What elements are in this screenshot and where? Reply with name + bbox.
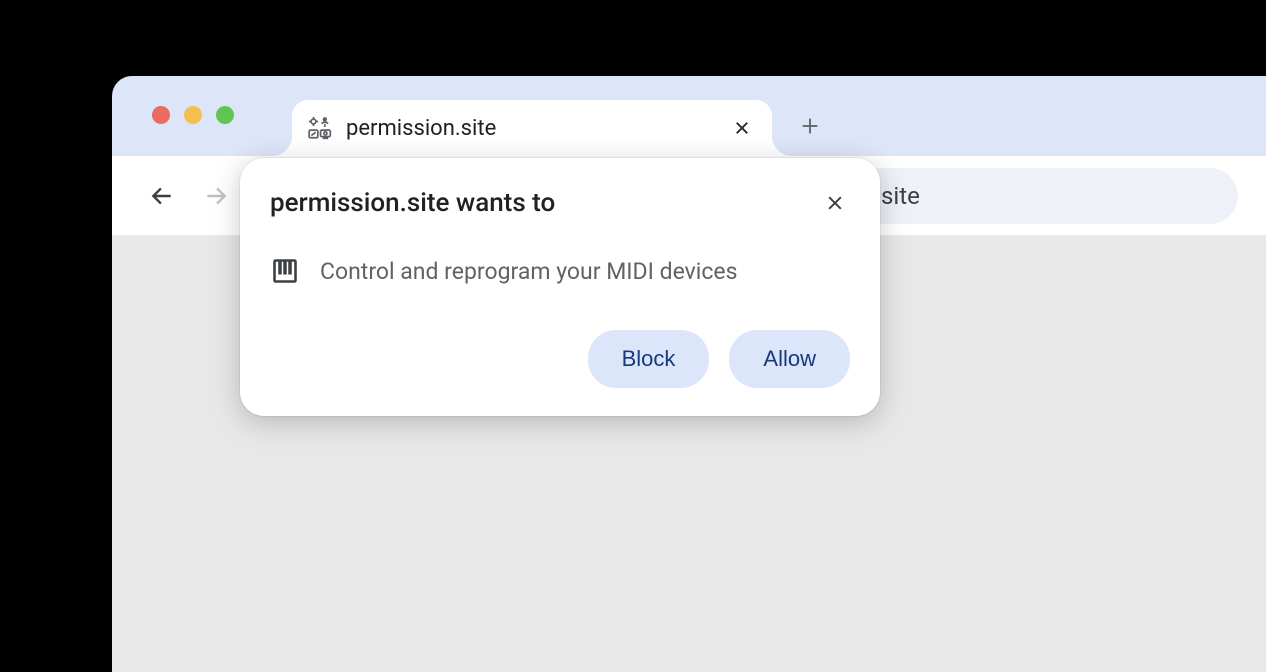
window-maximize-button[interactable] (216, 106, 234, 124)
window-close-button[interactable] (152, 106, 170, 124)
window-minimize-button[interactable] (184, 106, 202, 124)
browser-tab[interactable]: permission.site (292, 100, 772, 156)
tab-title: permission.site (346, 116, 728, 141)
allow-button[interactable]: Allow (729, 330, 850, 388)
tab-strip: permission.site (112, 76, 1266, 156)
window-controls (152, 106, 234, 124)
new-tab-button[interactable] (792, 108, 828, 144)
tab-favicon-icon (306, 114, 334, 142)
dialog-close-button[interactable] (820, 188, 850, 218)
block-button[interactable]: Block (588, 330, 710, 388)
forward-button[interactable] (194, 174, 238, 218)
tab-close-button[interactable] (728, 114, 756, 142)
back-button[interactable] (140, 174, 184, 218)
permission-dialog: permission.site wants to Control and rep… (240, 158, 880, 416)
dialog-description: Control and reprogram your MIDI devices (320, 258, 737, 285)
dialog-title: permission.site wants to (270, 188, 555, 218)
midi-icon (270, 256, 300, 286)
